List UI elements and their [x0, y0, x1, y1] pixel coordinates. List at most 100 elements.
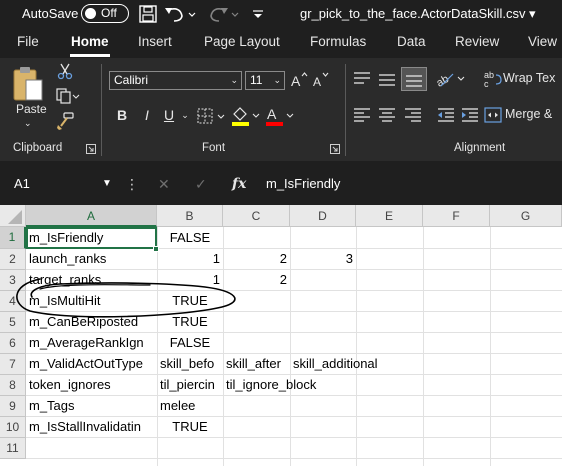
tab-home[interactable]: Home — [71, 34, 109, 49]
formula-bar-resize-handle[interactable]: ⋮ — [125, 173, 139, 195]
cell-b3[interactable]: 1 — [157, 270, 223, 290]
cell-b1[interactable]: FALSE — [157, 228, 223, 248]
paste-dropdown-icon[interactable]: ⌄ — [24, 118, 32, 129]
underline-dropdown-icon[interactable]: ⌄ — [179, 102, 191, 128]
cell-c3[interactable]: 2 — [223, 270, 290, 290]
cell-a10[interactable]: m_IsStallInvalidatin — [26, 417, 157, 437]
name-box-dropdown-icon[interactable]: ▼ — [102, 173, 112, 195]
cell-b8[interactable]: til_piercin — [157, 375, 223, 395]
tab-insert[interactable]: Insert — [138, 34, 172, 49]
enter-check-icon[interactable]: ✓ — [195, 173, 207, 195]
column-header-a[interactable]: A — [26, 205, 157, 227]
align-right-icon[interactable] — [403, 106, 423, 124]
paste-label[interactable]: Paste — [16, 102, 47, 116]
fill-handle[interactable] — [153, 246, 159, 252]
tab-review[interactable]: Review — [455, 34, 499, 49]
cell-d2[interactable]: 3 — [290, 249, 356, 269]
decrease-font-size-icon[interactable]: A — [312, 70, 330, 90]
cut-icon[interactable] — [55, 62, 75, 80]
tab-data[interactable]: Data — [397, 34, 426, 49]
undo-icon[interactable] — [162, 4, 198, 24]
align-top-icon[interactable] — [352, 70, 372, 88]
tab-page-layout[interactable]: Page Layout — [204, 34, 280, 49]
cell-b2[interactable]: 1 — [157, 249, 223, 269]
insert-function-icon[interactable]: fx — [232, 173, 246, 195]
align-bottom-icon[interactable] — [401, 67, 427, 91]
cancel-icon[interactable]: ✕ — [158, 173, 170, 195]
italic-button[interactable]: I — [138, 102, 156, 128]
cell-a6[interactable]: m_AverageRankIgn — [26, 333, 157, 353]
font-size-select[interactable]: 11 ⌄ — [245, 71, 285, 90]
cell-a5[interactable]: m_CanBeRiposted — [26, 312, 157, 332]
save-icon[interactable] — [137, 4, 159, 24]
cell-b6[interactable]: FALSE — [157, 333, 223, 353]
tab-view[interactable]: View — [528, 34, 557, 49]
increase-indent-icon[interactable] — [460, 106, 480, 124]
decrease-indent-icon[interactable] — [436, 106, 456, 124]
row-header[interactable]: 9 — [0, 396, 26, 417]
row-header[interactable]: 3 — [0, 270, 26, 291]
increase-font-size-icon[interactable]: A — [290, 70, 308, 90]
font-color-icon[interactable]: A — [264, 104, 298, 128]
row-header[interactable]: 7 — [0, 354, 26, 375]
cell-a3[interactable]: target_ranks — [26, 270, 157, 290]
row-header[interactable]: 1 — [0, 227, 26, 249]
copy-icon[interactable] — [55, 87, 81, 105]
redo-icon[interactable] — [205, 4, 241, 24]
cell-a4[interactable]: m_IsMultiHit — [26, 291, 157, 311]
merge-center-button[interactable]: Merge & — [505, 107, 552, 121]
select-all-button[interactable] — [0, 205, 26, 227]
customize-quick-access-icon[interactable] — [250, 4, 266, 24]
column-header-b[interactable]: B — [157, 205, 223, 227]
font-launcher-icon[interactable] — [330, 144, 340, 154]
cell-b10[interactable]: TRUE — [157, 417, 223, 437]
wrap-text-button[interactable]: Wrap Tex — [503, 71, 555, 85]
bold-button[interactable]: B — [113, 102, 131, 128]
underline-button[interactable]: U — [160, 102, 178, 128]
column-header-d[interactable]: D — [290, 205, 356, 227]
row-header[interactable]: 10 — [0, 417, 26, 438]
cell-a8[interactable]: token_ignores — [26, 375, 157, 395]
cell-a7[interactable]: m_ValidActOutType — [26, 354, 157, 374]
align-center-icon[interactable] — [377, 106, 397, 124]
orientation-icon[interactable]: ab — [435, 68, 467, 90]
borders-icon[interactable] — [196, 107, 230, 125]
fill-color-icon[interactable] — [230, 104, 264, 128]
autosave-toggle[interactable]: Off — [81, 4, 129, 23]
column-header-c[interactable]: C — [223, 205, 290, 227]
row-header[interactable]: 2 — [0, 249, 26, 270]
clipboard-launcher-icon[interactable] — [86, 144, 96, 154]
cell-c7[interactable]: skill_after — [223, 354, 290, 374]
cell-b5[interactable]: TRUE — [157, 312, 223, 332]
cell-d7[interactable]: skill_additional — [290, 354, 430, 374]
paste-icon[interactable] — [8, 64, 46, 104]
row-header[interactable]: 4 — [0, 291, 26, 312]
cell-c8[interactable]: til_ignore_block — [223, 375, 356, 395]
cell-b4[interactable]: TRUE — [157, 291, 223, 311]
toggle-knob — [85, 7, 96, 19]
cell-a9[interactable]: m_Tags — [26, 396, 157, 416]
row-header[interactable]: 8 — [0, 375, 26, 396]
column-header-f[interactable]: F — [423, 205, 490, 227]
cell-b7[interactable]: skill_befo — [157, 354, 223, 374]
font-name-select[interactable]: Calibri ⌄ — [109, 71, 242, 90]
column-header-g[interactable]: G — [490, 205, 562, 227]
row-header[interactable]: 6 — [0, 333, 26, 354]
row-header[interactable]: 5 — [0, 312, 26, 333]
align-left-icon[interactable] — [352, 106, 372, 124]
cell-c2[interactable]: 2 — [223, 249, 290, 269]
tab-file[interactable]: File — [17, 34, 39, 49]
row-header[interactable]: 11 — [0, 438, 26, 459]
font-name-value: Calibri — [114, 73, 149, 87]
document-title[interactable]: gr_pick_to_the_face.ActorDataSkill.csv ▾ — [300, 6, 536, 22]
cell-b9[interactable]: melee — [157, 396, 223, 416]
format-painter-icon[interactable] — [55, 111, 75, 131]
merge-center-icon[interactable] — [484, 106, 502, 124]
cell-a2[interactable]: launch_ranks — [26, 249, 157, 269]
align-middle-icon[interactable] — [377, 70, 397, 88]
wrap-text-icon[interactable]: ab c — [484, 70, 502, 90]
column-header-e[interactable]: E — [356, 205, 423, 227]
formula-input[interactable]: m_IsFriendly — [258, 173, 558, 195]
tab-formulas[interactable]: Formulas — [310, 34, 366, 49]
name-box[interactable]: A1 ▼ — [6, 173, 114, 195]
